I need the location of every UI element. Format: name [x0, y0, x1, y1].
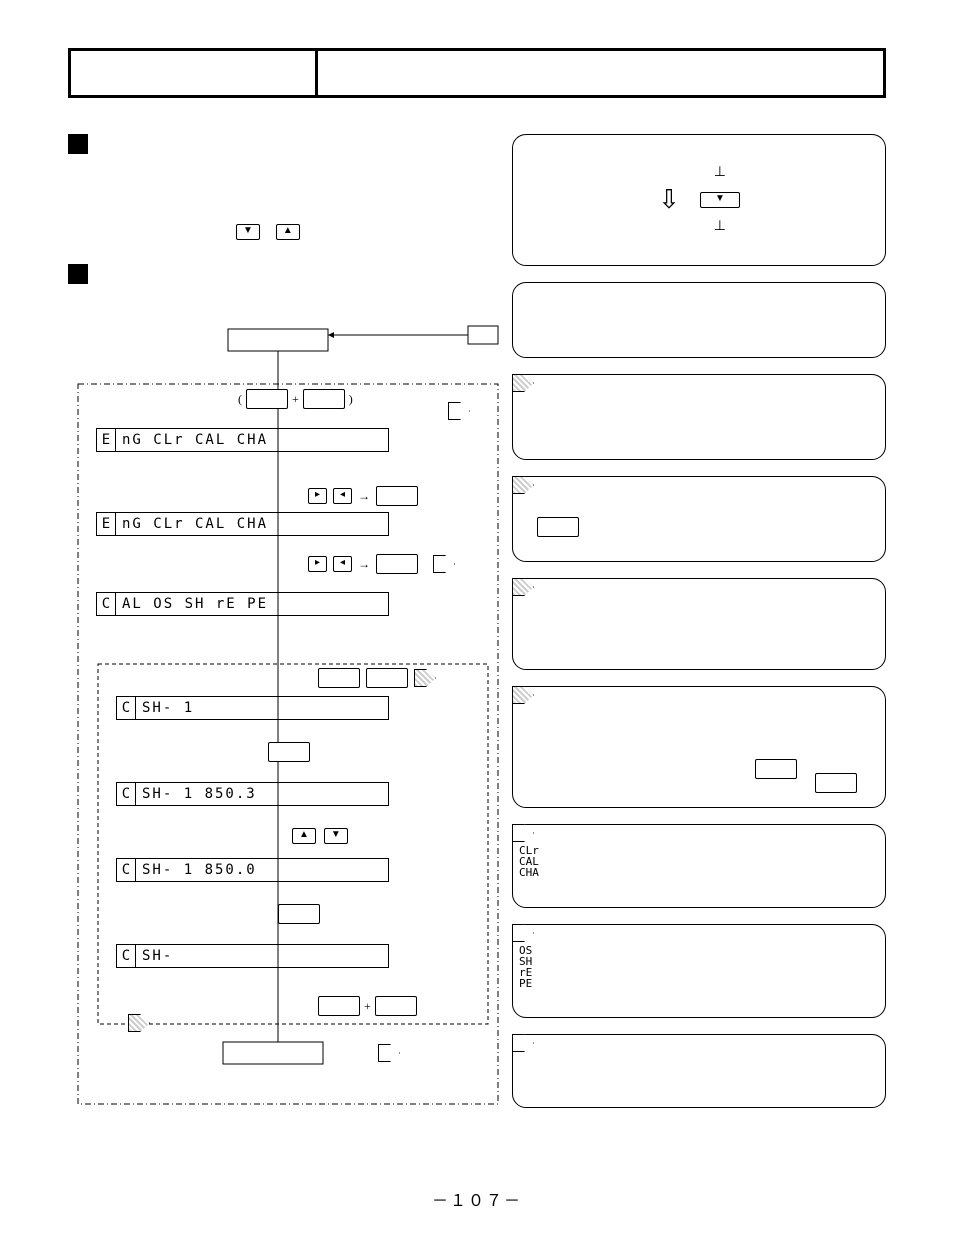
callout-6-key-a	[755, 759, 797, 779]
header-cell-right	[318, 51, 883, 95]
page-number: －１０７－	[0, 1187, 954, 1211]
lcd-6-rest: SH- 1 850.0	[136, 858, 389, 882]
callout-8: OS SH rE PE	[512, 924, 886, 1018]
lcd-1: E nG CLr CAL CHA	[96, 428, 389, 452]
header-bar	[68, 48, 886, 98]
lcd-4-first: C	[116, 696, 136, 720]
legend-2d: PE	[519, 978, 532, 989]
nav-keys-3	[318, 668, 440, 688]
key-g3b	[366, 668, 408, 688]
plus-1: +	[292, 392, 299, 407]
lcd-5-first: C	[116, 782, 136, 806]
content-row: ▼ ▲	[68, 134, 886, 1108]
lcd-3-rest: AL OS SH rE PE	[116, 592, 389, 616]
callout-3-tag	[512, 374, 534, 392]
key-g6	[278, 904, 320, 924]
callout-4	[512, 476, 886, 562]
lcd-2-rest: nG CLr CAL CHA	[116, 512, 389, 536]
enter-key-2	[376, 554, 418, 574]
callout-1: ⇩ ⊥ ▼ ⊥	[512, 134, 886, 266]
left-key-2: ◂	[333, 556, 352, 572]
lcd-7-rest: SH-	[136, 944, 389, 968]
callout-6-keys	[755, 759, 857, 793]
down-key-2: ▼	[324, 828, 348, 844]
nav-keys-4	[268, 742, 310, 762]
up-key-2: ▲	[292, 828, 316, 844]
tag-bottom-right	[378, 1044, 404, 1067]
callouts: ⇩ ⊥ ▼ ⊥	[512, 134, 886, 1108]
page: ▼ ▲	[0, 0, 954, 1235]
callout-8-tag	[512, 924, 534, 942]
key-combo-bottom: +	[318, 996, 417, 1016]
tag-row-a	[448, 402, 474, 425]
lcd-3-first: C	[96, 592, 116, 616]
callout-9-tag	[512, 1034, 534, 1052]
nav-keys-2: ▸ ◂ →	[308, 554, 459, 574]
step-tag-c	[414, 669, 436, 687]
step-tag-d	[128, 1014, 150, 1032]
callout-5-tag	[512, 578, 534, 596]
t-icon-bot: ⊥	[714, 218, 726, 236]
key-generic-1	[246, 389, 288, 409]
plus-2: +	[364, 999, 371, 1014]
down-key-side: ▼	[700, 192, 740, 208]
lcd-2: E nG CLr CAL CHA	[96, 512, 389, 536]
header-cell-left	[71, 51, 318, 95]
lcd-1-rest: nG CLr CAL CHA	[116, 428, 389, 452]
t-icon-top: ⊥	[714, 164, 726, 182]
lcd-5-rest: SH- 1 850.3	[136, 782, 389, 806]
key-combo-paren: ( + )	[238, 389, 353, 409]
callout-6-key-b	[815, 773, 857, 793]
step-tag-e	[378, 1044, 400, 1062]
key-generic-2	[303, 389, 345, 409]
step-tag-b	[433, 555, 455, 573]
callout-2	[512, 282, 886, 358]
callout-6	[512, 686, 886, 808]
legend-1c: CHA	[519, 867, 539, 878]
right-key-2: ▸	[308, 556, 327, 572]
callout-3	[512, 374, 886, 460]
key-g4	[268, 742, 310, 762]
tag-bottom-left	[128, 1014, 154, 1037]
arrow-1: →	[358, 489, 370, 504]
lcd-7-first: C	[116, 944, 136, 968]
callout-9	[512, 1034, 886, 1108]
lcd-7: C SH-	[116, 944, 389, 968]
legend-2: OS SH rE PE	[519, 945, 532, 989]
key-gb2	[375, 996, 417, 1016]
lcd-2-first: E	[96, 512, 116, 536]
lcd-3: C AL OS SH rE PE	[96, 592, 389, 616]
arrow-2: →	[358, 557, 370, 572]
enter-key-1	[376, 486, 418, 506]
legend-1: CLr CAL CHA	[519, 845, 539, 878]
lcd-6: C SH- 1 850.0	[116, 858, 389, 882]
lcd-1-first: E	[96, 428, 116, 452]
callout-1-keys: ⊥ ▼ ⊥	[700, 164, 740, 236]
nav-keys-6	[278, 904, 320, 924]
step-tag-a	[448, 402, 470, 420]
flowchart: ▼ ▲	[68, 134, 488, 1108]
left-key-1: ◂	[333, 488, 352, 504]
down-arrow-icon: ⇩	[658, 183, 680, 217]
key-g3a	[318, 668, 360, 688]
callout-7: CLr CAL CHA	[512, 824, 886, 908]
lcd-4-rest: SH- 1	[136, 696, 389, 720]
callout-6-tag	[512, 686, 534, 704]
callout-5	[512, 578, 886, 670]
callout-4-tag	[512, 476, 534, 494]
nav-keys-1: ▸ ◂ →	[308, 486, 418, 506]
nav-keys-5: ▲ ▼	[292, 828, 348, 844]
lcd-5: C SH- 1 850.3	[116, 782, 389, 806]
callout-7-tag	[512, 824, 534, 842]
key-gb1	[318, 996, 360, 1016]
right-key-1: ▸	[308, 488, 327, 504]
callout-4-key	[537, 517, 579, 537]
lcd-6-first: C	[116, 858, 136, 882]
lcd-4: C SH- 1	[116, 696, 389, 720]
